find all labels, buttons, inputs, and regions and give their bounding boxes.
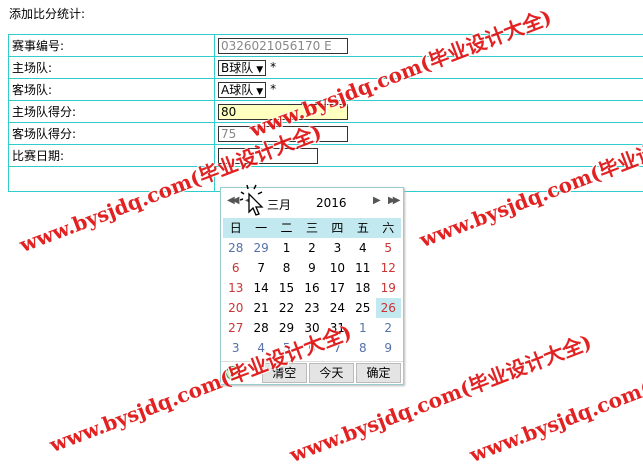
weekday-label: 六 [376,218,401,238]
calendar-day[interactable]: 5 [376,238,401,258]
required-mark: * [270,82,276,96]
calendar-day[interactable]: 1 [350,318,375,338]
calendar-day[interactable]: 31 [325,318,350,338]
calendar-day[interactable]: 14 [248,278,273,298]
calendar-day[interactable]: 22 [274,298,299,318]
calendar-day[interactable]: 28 [248,318,273,338]
calendar-day[interactable]: 10 [325,258,350,278]
score-form: 赛事编号: 主场队: B球队▼ * 客场队: A球队▼ * 主场队得分: 客场队得分… [8,34,643,192]
today-button[interactable]: 今天 [309,363,354,383]
calendar-year[interactable]: 2016 [316,196,347,210]
ok-button[interactable]: 确定 [356,363,401,383]
next-month-icon[interactable]: ▶ [373,195,378,206]
calendar-day[interactable]: 20 [223,298,248,318]
calendar-day[interactable]: 12 [376,258,401,278]
calendar-day[interactable]: 6 [299,338,324,358]
home-team-label: 主场队: [9,57,215,79]
row-match-no: 赛事编号: [9,35,643,57]
home-team-select[interactable]: B球队▼ [218,60,266,76]
weekday-label: 日 [223,218,248,238]
calendar-day[interactable]: 2 [376,318,401,338]
calendar-day[interactable]: 9 [376,338,401,358]
calendar-day[interactable]: 1 [274,238,299,258]
calendar-week-row: 3456789 [223,338,401,358]
weekday-label: 一 [248,218,273,238]
weekday-label: 三 [299,218,324,238]
mouse-cursor-icon [240,184,268,216]
calendar-day[interactable]: 18 [350,278,375,298]
weekday-label: 四 [325,218,350,238]
calendar-day[interactable]: 30 [299,318,324,338]
away-team-select[interactable]: A球队▼ [218,82,266,98]
calendar-week-row: 272829303112 [223,318,401,338]
weekday-label: 二 [274,218,299,238]
chevron-down-icon: ▼ [256,63,263,78]
away-team-label: 客场队: [9,79,215,101]
weekday-header: 日 一 二 三 四 五 六 [223,218,401,238]
calendar-day[interactable]: 2 [299,238,324,258]
row-home-team: 主场队: B球队▼ * [9,57,643,79]
prev-year-icon[interactable]: ◀◀ [227,195,236,206]
home-score-field[interactable] [218,104,348,120]
calendar-day[interactable]: 4 [350,238,375,258]
calendar-day[interactable]: 8 [350,338,375,358]
calendar-day[interactable]: 16 [299,278,324,298]
calendar-week-row: 13141516171819 [223,278,401,298]
match-date-label: 比赛日期: [9,145,215,167]
row-match-date: 比赛日期: [9,145,643,167]
clock-icon[interactable] [226,366,240,380]
calendar-week-row: 6789101112 [223,258,401,278]
match-no-field[interactable] [218,38,348,54]
row-away-team: 客场队: A球队▼ * [9,79,643,101]
calendar-day[interactable]: 13 [223,278,248,298]
calendar-month[interactable]: 三月 [267,196,291,213]
calendar-day[interactable]: 15 [274,278,299,298]
calendar-day[interactable]: 25 [350,298,375,318]
date-picker: ◀◀ ◀ 三月 2016 ▶ ▶▶ 日 一 二 三 四 五 六 28291234… [220,187,404,385]
calendar-day[interactable]: 29 [274,318,299,338]
calendar-day[interactable]: 3 [325,238,350,258]
calendar-day[interactable]: 17 [325,278,350,298]
away-score-label: 客场队得分: [9,123,215,145]
calendar-day[interactable]: 27 [223,318,248,338]
calendar-day[interactable]: 21 [248,298,273,318]
home-score-label: 主场队得分: [9,101,215,123]
date-picker-footer: 清空 今天 确定 [221,361,403,384]
calendar-day[interactable]: 11 [350,258,375,278]
match-date-field[interactable] [218,148,318,164]
away-score-field[interactable] [218,126,348,142]
calendar-day[interactable]: 23 [299,298,324,318]
chevron-down-icon: ▼ [256,85,263,100]
calendar-day[interactable]: 8 [274,258,299,278]
calendar-days: 2829123456789101112131415161718192021222… [223,238,401,358]
clear-button[interactable]: 清空 [262,363,307,383]
calendar-day[interactable]: 6 [223,258,248,278]
calendar-day[interactable]: 7 [248,258,273,278]
calendar-day[interactable]: 4 [248,338,273,358]
calendar-day[interactable]: 24 [325,298,350,318]
calendar-week-row: 20212223242526 [223,298,401,318]
row-home-score: 主场队得分: [9,101,643,123]
calendar-day[interactable]: 3 [223,338,248,358]
match-no-label: 赛事编号: [9,35,215,57]
next-year-icon[interactable]: ▶▶ [388,195,397,206]
calendar-week-row: 282912345 [223,238,401,258]
required-mark: * [270,60,276,74]
row-away-score: 客场队得分: [9,123,643,145]
page-title: 添加比分统计: [9,5,85,22]
calendar-day[interactable]: 19 [376,278,401,298]
weekday-label: 五 [350,218,375,238]
calendar-day[interactable]: 5 [274,338,299,358]
calendar-day[interactable]: 9 [299,258,324,278]
calendar-day[interactable]: 26 [376,298,401,318]
calendar-day[interactable]: 29 [248,238,273,258]
watermark: www.bysjdq.com(毕业设计大全) [465,326,643,468]
calendar-day[interactable]: 28 [223,238,248,258]
calendar-day[interactable]: 7 [325,338,350,358]
